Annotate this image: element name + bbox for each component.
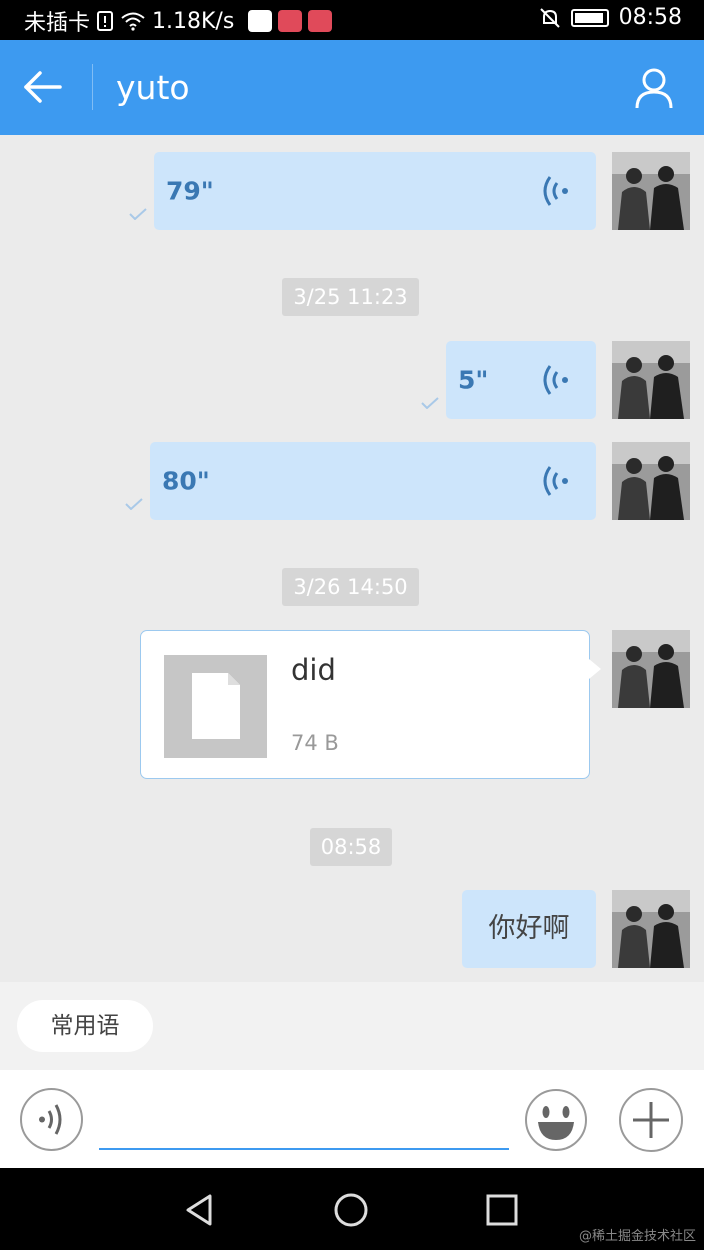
read-check-icon bbox=[129, 208, 147, 220]
nav-home-icon[interactable] bbox=[331, 1190, 371, 1230]
voice-message-bubble[interactable]: 79" bbox=[154, 152, 596, 230]
avatar[interactable] bbox=[612, 442, 690, 520]
document-icon bbox=[192, 673, 240, 739]
nav-back-icon[interactable] bbox=[180, 1190, 220, 1230]
message-input[interactable] bbox=[99, 1100, 509, 1150]
file-size: 74 B bbox=[291, 731, 339, 755]
voice-message-bubble[interactable]: 5" bbox=[446, 341, 596, 419]
battery-icon bbox=[570, 8, 609, 27]
network-speed: 1.18K/s bbox=[152, 8, 235, 34]
file-message-card[interactable]: did 74 B bbox=[140, 630, 601, 779]
clock: 08:58 bbox=[618, 5, 682, 30]
voice-duration: 79" bbox=[166, 176, 214, 206]
chat-title: yuto bbox=[116, 68, 190, 107]
file-name: did bbox=[291, 653, 336, 687]
voice-duration: 80" bbox=[162, 466, 210, 496]
voice-icon bbox=[39, 1104, 62, 1135]
person-icon[interactable] bbox=[634, 66, 674, 110]
quick-phrase-bar: 常用语 bbox=[0, 982, 704, 1070]
read-check-icon bbox=[125, 498, 143, 510]
wifi-icon bbox=[121, 12, 145, 31]
voice-message-bubble[interactable]: 80" bbox=[150, 442, 596, 520]
file-thumbnail bbox=[164, 655, 267, 758]
text-message-bubble[interactable]: 你好啊 bbox=[462, 890, 596, 968]
plus-icon bbox=[633, 1102, 669, 1138]
timestamp: 3/25 11:23 bbox=[282, 278, 419, 316]
timestamp: 08:58 bbox=[310, 828, 392, 866]
avatar[interactable] bbox=[612, 152, 690, 230]
app-notification-icon bbox=[248, 10, 273, 32]
avatar[interactable] bbox=[612, 341, 690, 419]
watermark: @稀土掘金技术社区 bbox=[578, 1229, 696, 1244]
app-notification-icon bbox=[278, 10, 303, 32]
back-arrow-icon[interactable] bbox=[20, 64, 66, 110]
nav-recents-icon[interactable] bbox=[482, 1190, 522, 1230]
avatar[interactable] bbox=[612, 630, 690, 708]
voice-wave-icon bbox=[543, 365, 568, 395]
app-bar: yuto bbox=[0, 40, 704, 135]
quick-phrase-button[interactable]: 常用语 bbox=[17, 1000, 153, 1052]
avatar[interactable] bbox=[612, 890, 690, 968]
voice-wave-icon bbox=[543, 176, 568, 206]
timestamp: 3/26 14:50 bbox=[282, 568, 419, 606]
mute-bell-icon bbox=[539, 7, 560, 28]
header-divider bbox=[92, 64, 93, 110]
carrier-text: 未插卡 bbox=[24, 11, 91, 36]
system-nav-bar: @稀土掘金技术社区 bbox=[0, 1168, 704, 1250]
status-bar: 未插卡 1.18K/s 08:58 bbox=[0, 0, 704, 40]
input-bar bbox=[0, 1070, 704, 1168]
voice-wave-icon bbox=[543, 466, 568, 496]
emoji-icon[interactable] bbox=[524, 1088, 588, 1152]
book-notification-icon bbox=[308, 10, 333, 32]
more-button[interactable] bbox=[619, 1088, 683, 1152]
voice-input-button[interactable] bbox=[20, 1088, 83, 1151]
voice-duration: 5" bbox=[458, 365, 489, 395]
sim-icon bbox=[97, 11, 114, 31]
read-check-icon bbox=[421, 397, 439, 409]
